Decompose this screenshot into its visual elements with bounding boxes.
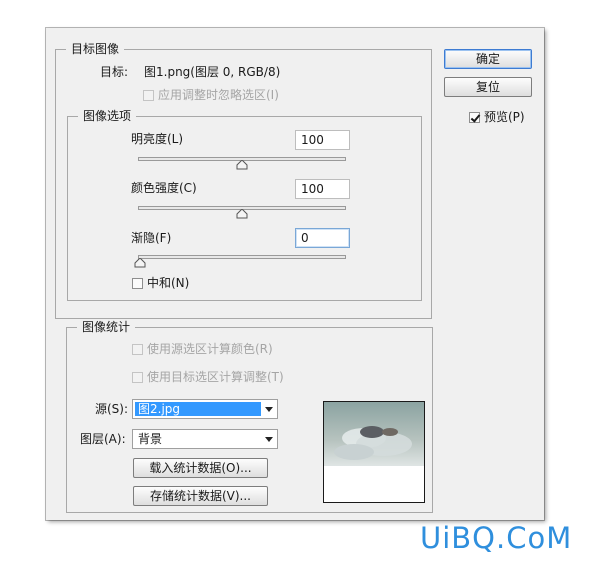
source-label: 源(S): [95, 402, 129, 416]
use-target-selection-checkbox[interactable] [132, 372, 143, 383]
chevron-down-icon [265, 407, 273, 412]
layer-label: 图层(A): [80, 432, 126, 446]
target-value: 图1.png(图层 0, RGB/8) [144, 65, 281, 79]
fade-label: 渐隐(F) [131, 231, 172, 245]
target-label: 目标: [100, 65, 129, 79]
ignore-selection-label: 应用调整时忽略选区(I) [158, 88, 279, 102]
chevron-down-icon [265, 437, 273, 442]
layer-select[interactable]: 背景 [132, 429, 278, 449]
reset-button[interactable]: 复位 [444, 77, 532, 97]
color-intensity-input[interactable]: 100 [295, 179, 350, 199]
image-options-group: 图像选项 明亮度(L) 100 颜色强度(C) 100 渐隐(F) 0 中和(N… [67, 108, 422, 301]
match-color-dialog: 目标图像 目标: 图1.png(图层 0, RGB/8) 应用调整时忽略选区(I… [46, 28, 544, 520]
fade-input[interactable]: 0 [295, 228, 350, 248]
layer-select-value: 背景 [138, 432, 163, 446]
source-select-value: 图2.jpg [135, 402, 261, 416]
target-image-group: 目标图像 目标: 图1.png(图层 0, RGB/8) 应用调整时忽略选区(I… [55, 41, 432, 319]
source-select[interactable]: 图2.jpg [132, 399, 278, 419]
save-statistics-button[interactable]: 存储统计数据(V)... [133, 486, 268, 506]
source-preview-thumbnail [323, 401, 425, 503]
image-statistics-legend: 图像统计 [77, 319, 136, 335]
fade-slider-track[interactable] [138, 255, 346, 259]
neutralize-checkbox[interactable] [132, 278, 143, 289]
load-statistics-button[interactable]: 载入统计数据(O)... [133, 458, 268, 478]
source-preview-image [324, 402, 424, 502]
image-options-legend: 图像选项 [78, 108, 137, 124]
target-image-legend: 目标图像 [66, 41, 125, 57]
luminance-input[interactable]: 100 [295, 130, 350, 150]
neutralize-label: 中和(N) [147, 276, 190, 290]
color-intensity-label: 颜色强度(C) [131, 181, 197, 195]
preview-checkbox[interactable] [469, 112, 480, 123]
use-source-selection-label: 使用源选区计算颜色(R) [147, 342, 273, 356]
luminance-label: 明亮度(L) [131, 132, 184, 146]
preview-label: 预览(P) [484, 110, 525, 124]
use-target-selection-label: 使用目标选区计算调整(T) [147, 370, 284, 384]
ignore-selection-checkbox[interactable] [143, 90, 154, 101]
use-source-selection-checkbox[interactable] [132, 344, 143, 355]
site-watermark: UiBQ.CoM [420, 521, 573, 555]
ok-button[interactable]: 确定 [444, 49, 532, 69]
